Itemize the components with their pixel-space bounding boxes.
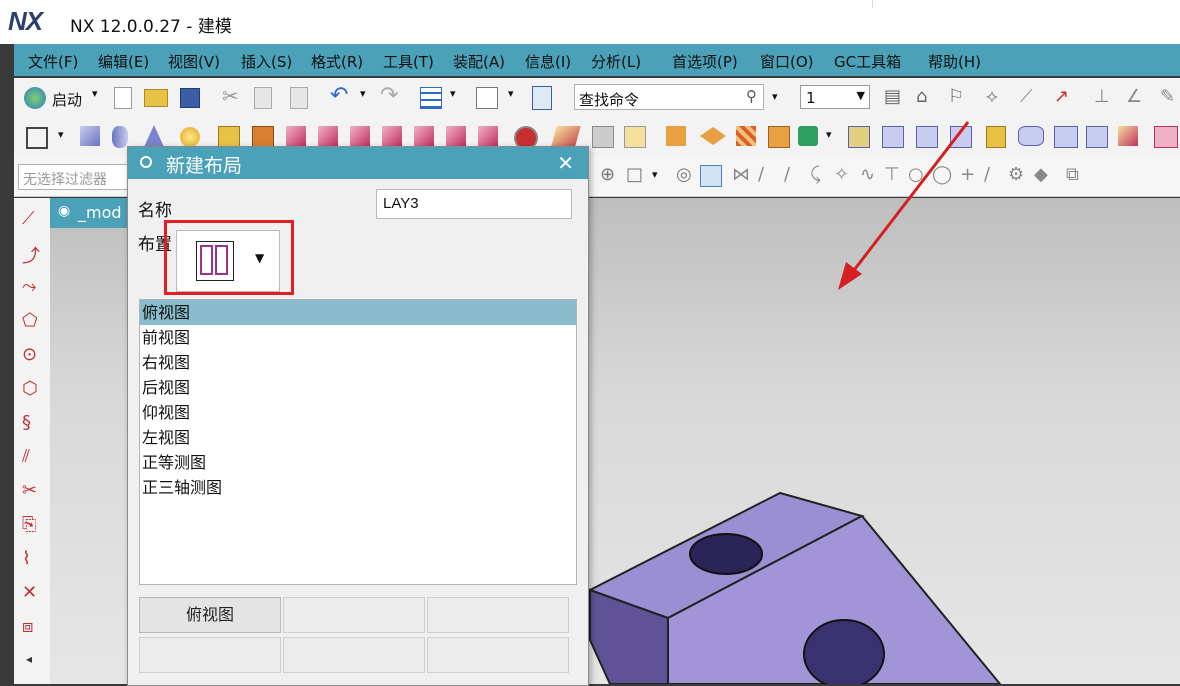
layout-cell-2[interactable] (283, 597, 425, 633)
layout-cell-4[interactable] (139, 637, 281, 673)
view-list-item[interactable]: 正三轴测图 (140, 475, 576, 500)
layout-highlight-box (164, 220, 294, 295)
view-list[interactable]: 俯视图 前视图 右视图 后视图 仰视图 左视图 正等测图 正三轴测图 (139, 299, 577, 585)
view-list-item[interactable]: 仰视图 (140, 400, 576, 425)
model-hole-side (803, 619, 885, 684)
layout-cell-3[interactable] (427, 597, 569, 633)
close-icon[interactable]: ✕ (557, 151, 574, 175)
view-list-item[interactable]: 正等测图 (140, 450, 576, 475)
view-list-item[interactable]: 右视图 (140, 350, 576, 375)
model-3d[interactable] (587, 491, 1002, 684)
view-list-item[interactable]: 俯视图 (140, 300, 576, 325)
dialog-header: 新建布局 ✕ (128, 147, 588, 179)
view-list-item[interactable]: 前视图 (140, 325, 576, 350)
annotation-arrow (838, 121, 970, 290)
model-hole-top (689, 533, 763, 575)
view-list-item[interactable]: 左视图 (140, 425, 576, 450)
layout-cell-5[interactable] (283, 637, 425, 673)
name-label: 名称 (138, 201, 172, 221)
dialog-icon (140, 156, 152, 168)
layout-name-input[interactable]: LAY3 (376, 189, 572, 219)
layout-cell-1[interactable]: 俯视图 (139, 597, 281, 633)
layout-cell-6[interactable] (427, 637, 569, 673)
new-layout-dialog: 新建布局 ✕ 名称 LAY3 布置 ▼ 俯视图 前视图 右视图 后视图 仰视图 … (127, 146, 589, 686)
dialog-title: 新建布局 (166, 155, 243, 177)
view-list-item[interactable]: 后视图 (140, 375, 576, 400)
